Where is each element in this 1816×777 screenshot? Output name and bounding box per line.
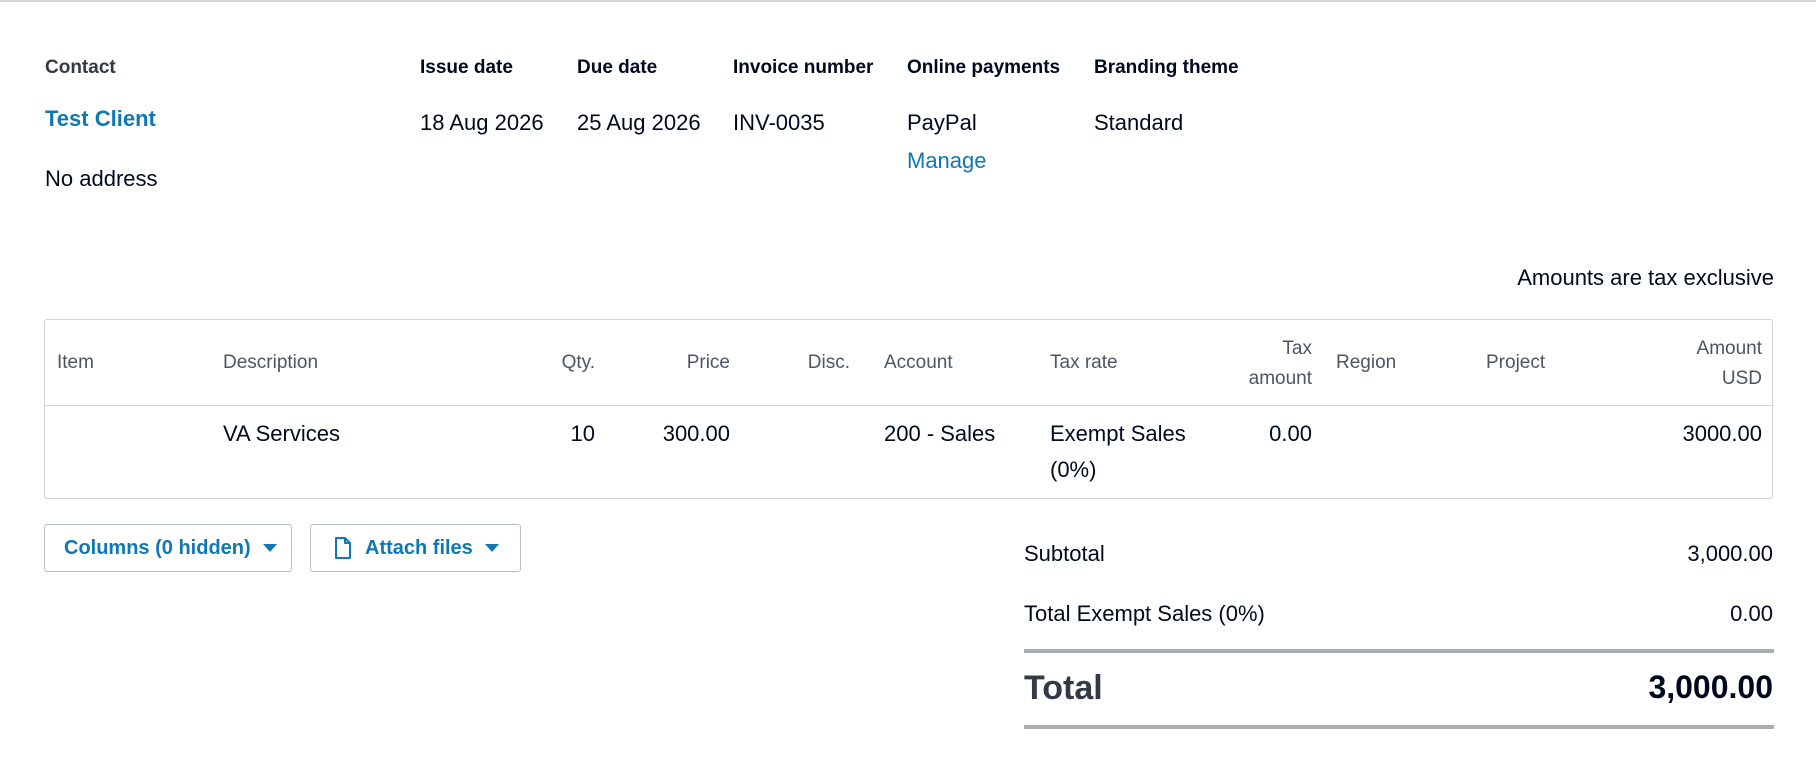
cell-tax-rate-line1: Exempt Sales (1050, 421, 1186, 446)
subtotal-value: 3,000.00 (1687, 541, 1773, 566)
attach-files-button[interactable]: Attach files (310, 524, 521, 572)
issue-date-label: Issue date (420, 57, 513, 78)
contact-label: Contact (45, 57, 116, 78)
tax-total-label: Total Exempt Sales (0%) (1024, 601, 1265, 626)
col-header-tax-amount-line1: Tax (1282, 338, 1312, 359)
col-header-qty: Qty. (561, 352, 595, 373)
col-header-amount: Amount USD (1605, 334, 1762, 394)
cell-tax-amount[interactable]: 0.00 (1195, 416, 1312, 452)
col-header-price: Price (686, 352, 730, 373)
due-date-label: Due date (577, 57, 658, 78)
online-payments-label: Online payments (907, 57, 1061, 78)
col-header-description: Description (223, 352, 319, 373)
col-header-item: Item (57, 352, 94, 373)
cell-amount[interactable]: 3000.00 (1605, 416, 1762, 452)
cell-price[interactable]: 300.00 (645, 416, 730, 452)
col-header-region: Region (1336, 352, 1397, 373)
online-payments-value: PayPal (907, 110, 977, 135)
cell-tax-rate[interactable]: Exempt Sales (0%) (1050, 416, 1186, 488)
table-header: Item Description Qty. Price Disc. Accoun… (45, 320, 1772, 406)
contact-name-link[interactable]: Test Client (45, 106, 156, 132)
line-items-table: Item Description Qty. Price Disc. Accoun… (44, 319, 1773, 499)
col-header-amount-line1: Amount (1696, 338, 1762, 359)
attach-files-label: Attach files (365, 536, 473, 559)
invoice-number-value: INV-0035 (733, 110, 825, 135)
columns-button-label: Columns (0 hidden) (64, 536, 251, 559)
chevron-down-icon (262, 544, 277, 552)
chevron-down-icon (484, 544, 499, 552)
manage-payments-link[interactable]: Manage (907, 148, 987, 174)
cell-description[interactable]: VA Services (223, 416, 340, 452)
total-top-rule (1024, 649, 1774, 653)
invoice-page: Contact Issue date Due date Invoice numb… (0, 0, 1816, 777)
issue-date-value: 18 Aug 2026 (420, 110, 544, 135)
col-header-disc: Disc. (807, 352, 850, 373)
subtotal-label: Subtotal (1024, 541, 1105, 566)
tax-mode-note: Amounts are tax exclusive (1517, 265, 1774, 290)
cell-account[interactable]: 200 - Sales (884, 416, 995, 452)
col-header-tax-amount-line2: amount (1248, 368, 1312, 389)
col-header-account: Account (884, 352, 953, 373)
col-header-project: Project (1486, 352, 1546, 373)
cell-tax-rate-line2: (0%) (1050, 457, 1097, 482)
cell-qty[interactable]: 10 (535, 416, 595, 452)
due-date-value: 25 Aug 2026 (577, 110, 701, 135)
total-bottom-rule (1024, 725, 1774, 729)
col-header-amount-line2: USD (1721, 368, 1762, 389)
col-header-tax-rate: Tax rate (1050, 352, 1118, 373)
total-value: 3,000.00 (1648, 669, 1773, 705)
contact-address: No address (45, 166, 158, 191)
branding-theme-value: Standard (1094, 110, 1184, 135)
invoice-number-label: Invoice number (733, 57, 874, 78)
col-header-tax-amount: Tax amount (1195, 334, 1312, 394)
file-icon (334, 537, 352, 559)
total-label: Total (1024, 669, 1103, 707)
columns-button[interactable]: Columns (0 hidden) (44, 524, 292, 572)
tax-total-value: 0.00 (1730, 601, 1773, 626)
branding-theme-label: Branding theme (1094, 57, 1239, 78)
